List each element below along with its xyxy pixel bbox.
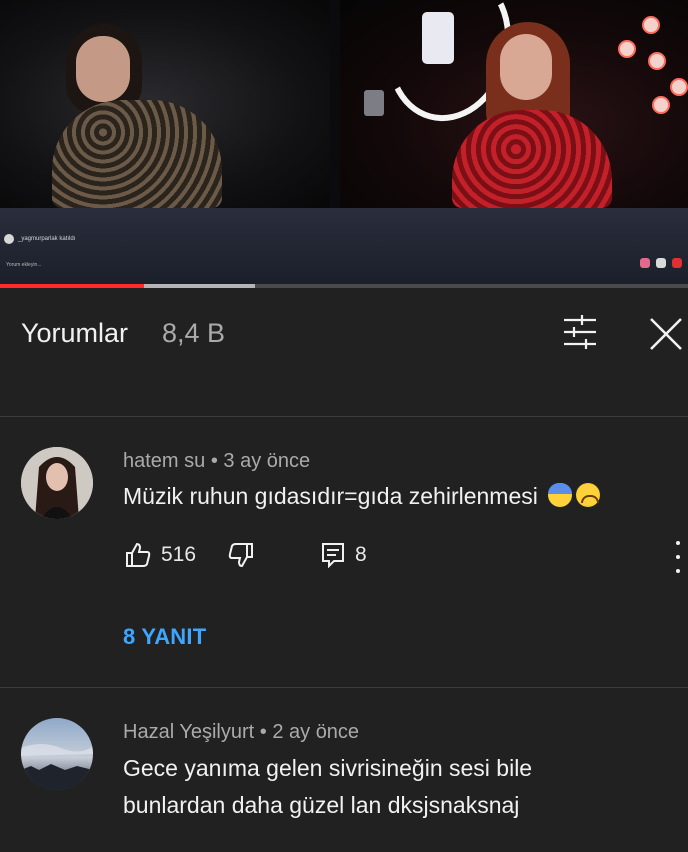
comment-time: 3 ay önce (223, 450, 311, 472)
heart-icon (648, 52, 666, 70)
avatar[interactable] (21, 447, 93, 519)
comment-time: 2 ay önce (272, 721, 360, 743)
close-comments-button[interactable] (648, 316, 684, 352)
comment-text-line: Gece yanıma gelen sivrisineğin sesi bile (123, 755, 533, 781)
heart-icon (642, 16, 660, 34)
joined-user-name: _yagmurparlak katıldı (18, 236, 76, 242)
dislike-button[interactable] (228, 542, 254, 568)
sort-filter-button[interactable] (560, 314, 600, 350)
heart-icon (618, 40, 636, 58)
live-action-icons (640, 258, 682, 268)
comment-author[interactable]: hatem su (123, 450, 205, 472)
comment-text: Müzik ruhun gıdasıdır=gıda zehirlenmesi (123, 479, 601, 513)
like-button[interactable]: 516 (125, 542, 196, 568)
view-replies-link[interactable]: 8 YANIT (123, 624, 206, 650)
phone-on-stand (422, 12, 454, 64)
live-overlay-bar (0, 208, 688, 284)
filter-sliders-icon (564, 315, 596, 349)
microphone (364, 90, 384, 116)
avatar[interactable] (21, 718, 93, 790)
comment-meta: hatem su • 3 ay önce (123, 450, 310, 473)
more-options-icon[interactable] (672, 541, 684, 573)
comments-title: Yorumlar (21, 318, 129, 348)
reply-button[interactable]: 8 (321, 542, 367, 568)
comment-meta: Hazal Yeşilyurt • 2 ay önce (123, 721, 359, 744)
comments-header: Yorumlar 8,4 B (0, 288, 688, 416)
meta-separator: • (210, 450, 218, 472)
share-icon[interactable] (672, 258, 682, 268)
tired-face-emoji-icon (576, 483, 601, 507)
video-person-right-face (500, 34, 552, 100)
close-icon (650, 318, 682, 350)
comment-text-line: bunlardan daha güzel lan dksjsnaksnaj (123, 792, 520, 818)
video-person-left-body (52, 100, 222, 208)
heart-icon (670, 78, 688, 96)
rose-icon[interactable] (640, 258, 650, 268)
gift-icon[interactable] (656, 258, 666, 268)
fearful-face-emoji-icon (548, 483, 573, 507)
thumbs-up-icon (126, 542, 151, 567)
heart-icon (652, 96, 670, 114)
video-person-left-face (76, 36, 130, 102)
comment-body: Müzik ruhun gıdasıdır=gıda zehirlenmesi (123, 483, 538, 509)
thumbs-down-icon (228, 543, 253, 568)
meta-separator: • (259, 721, 267, 743)
reply-count: 8 (355, 543, 367, 566)
like-count: 516 (161, 543, 197, 566)
comments-count: 8,4 B (162, 318, 226, 348)
video-player[interactable] (0, 0, 688, 208)
profile-photo-icon (21, 447, 93, 519)
comment-author[interactable]: Hazal Yeşilyurt (123, 721, 254, 743)
user-avatar-icon (4, 234, 14, 244)
comment-divider (0, 687, 688, 688)
live-comment-input[interactable]: Yorum ekleyin... (6, 262, 41, 268)
header-divider (0, 416, 688, 417)
live-join-notice: _yagmurparlak katıldı (4, 234, 75, 244)
profile-photo-icon (21, 718, 93, 790)
reply-comment-icon (322, 543, 344, 568)
